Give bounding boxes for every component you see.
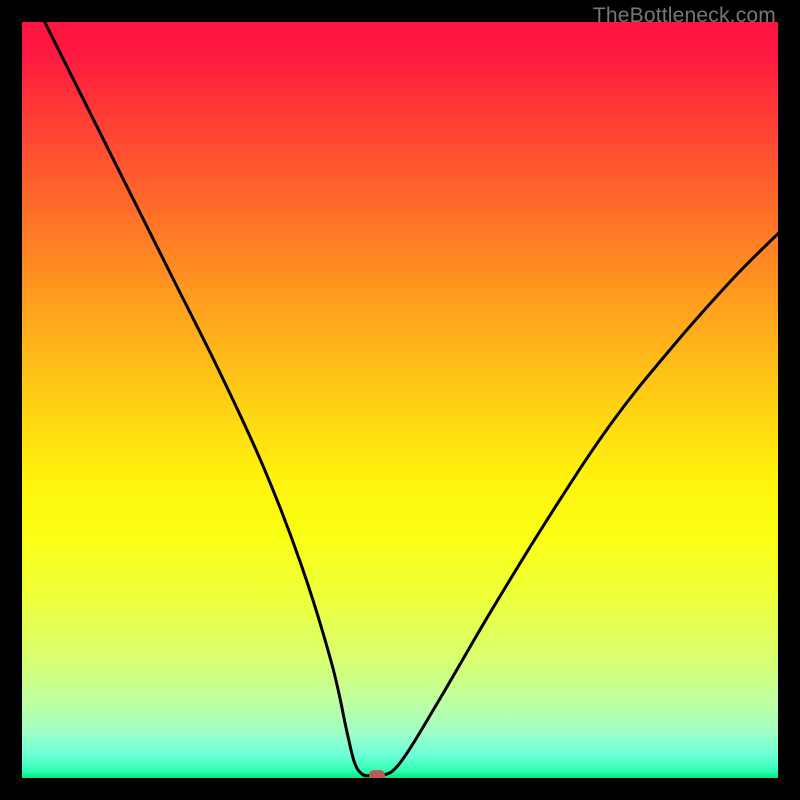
watermark-text: TheBottleneck.com (593, 4, 776, 28)
plot-area (22, 22, 778, 778)
curve-svg (22, 22, 778, 778)
optimum-marker (369, 770, 385, 778)
bottleneck-curve (45, 22, 778, 777)
chart-frame: TheBottleneck.com (0, 0, 800, 800)
